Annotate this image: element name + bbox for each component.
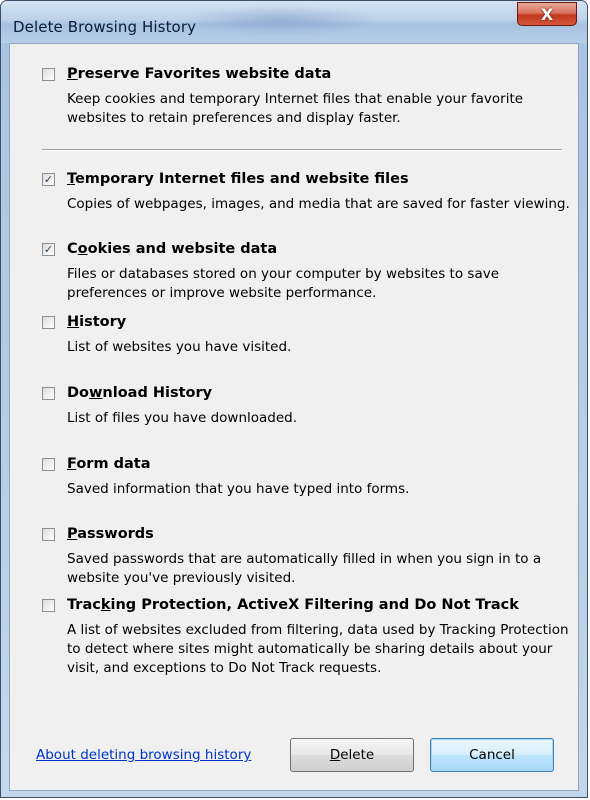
cancel-button[interactable]: Cancel — [430, 738, 554, 772]
option-title[interactable]: Download History — [67, 385, 212, 401]
cancel-button-label: Cancel — [469, 747, 515, 763]
delete-button[interactable]: Delete — [290, 738, 414, 772]
separator — [42, 149, 562, 151]
window-title: Delete Browsing History — [13, 18, 197, 36]
delete-button-label: Delete — [329, 747, 375, 763]
download-history-checkbox[interactable] — [42, 387, 55, 400]
close-button[interactable]: X — [517, 2, 577, 26]
title-bar-glare — [181, 5, 381, 35]
option-description: Saved information that you have typed in… — [67, 481, 410, 497]
tracking-protection-checkbox[interactable] — [42, 599, 55, 612]
option-description: Copies of webpages, images, and media th… — [67, 196, 570, 212]
option-title[interactable]: Form data — [67, 456, 150, 472]
option-title[interactable]: History — [67, 314, 126, 330]
option-description: Saved passwords that are automatically f… — [67, 551, 542, 586]
passwords-checkbox[interactable] — [42, 528, 55, 541]
history-checkbox[interactable] — [42, 316, 55, 329]
close-icon: X — [540, 4, 554, 24]
about-deleting-history-link[interactable]: About deleting browsing history — [36, 747, 251, 763]
option-description: A list of websites excluded from filteri… — [67, 622, 569, 676]
option-description: Keep cookies and temporary Internet file… — [67, 91, 524, 126]
temporary-files-checkbox[interactable]: ✓ — [42, 173, 55, 186]
option-title[interactable]: Preserve Favorites website data — [67, 66, 331, 82]
dialog-body: Preserve Favorites website data Keep coo… — [9, 43, 579, 791]
preserve-favorites-checkbox[interactable] — [42, 68, 55, 81]
option-description: List of files you have downloaded. — [67, 410, 298, 426]
dialog-window: Delete Browsing History X Preserve Favor… — [0, 0, 588, 798]
option-description: List of websites you have visited. — [67, 339, 292, 355]
option-description: Files or databases stored on your comput… — [67, 266, 500, 301]
option-title[interactable]: Tracking Protection, ActiveX Filtering a… — [67, 597, 519, 613]
option-title[interactable]: Passwords — [67, 526, 154, 542]
form-data-checkbox[interactable] — [42, 458, 55, 471]
title-bar[interactable]: Delete Browsing History X — [1, 1, 587, 43]
cookies-checkbox[interactable]: ✓ — [42, 243, 55, 256]
option-title[interactable]: Cookies and website data — [67, 241, 277, 257]
option-title[interactable]: Temporary Internet files and website fil… — [67, 171, 409, 187]
